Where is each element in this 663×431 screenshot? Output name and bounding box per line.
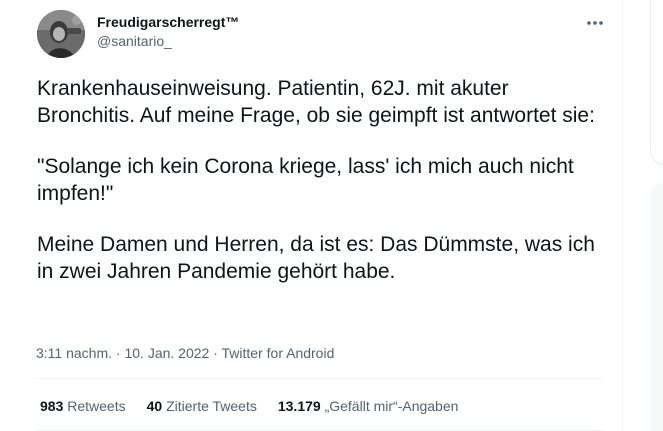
retweets-label: Retweets — [67, 398, 126, 414]
sidebar-card — [650, 0, 663, 165]
quote-tweets-stat[interactable]: 40 Zitierte Tweets — [147, 397, 257, 415]
meta-separator: · — [115, 345, 121, 361]
retweets-count: 983 — [40, 398, 64, 414]
meta-separator: · — [213, 345, 218, 361]
author-handle[interactable]: @sanitario_ — [97, 32, 239, 51]
likes-count: 13.179 — [277, 398, 321, 414]
avatar[interactable] — [37, 10, 85, 58]
author-display-name[interactable]: Freudigarscherregt™ — [97, 13, 239, 32]
tweet-header: Freudigarscherregt™ @sanitario_ — [34, 10, 614, 60]
tweet-text: Krankenhauseinweisung. Patientin, 62J. m… — [37, 75, 597, 309]
likes-stat[interactable]: 13.179 „Gefällt mir“-Angaben — [278, 397, 459, 415]
tweet-column: Freudigarscherregt™ @sanitario_ Krankenh… — [0, 0, 623, 431]
avatar-image — [37, 10, 85, 58]
tweet-stats: 983 Retweets 40 Zitierte Tweets 13.179 „… — [40, 397, 479, 415]
divider — [36, 378, 603, 379]
tweet-meta: 3:11 nachm. · 10. Jan. 2022 · Twitter fo… — [36, 344, 334, 362]
tweet-time[interactable]: 3:11 nachm. — [36, 345, 112, 361]
more-options-button[interactable] — [582, 12, 608, 34]
tweet-page: Freudigarscherregt™ @sanitario_ Krankenh… — [0, 0, 663, 431]
tweet-text-paragraph: Krankenhauseinweisung. Patientin, 62J. m… — [37, 77, 595, 127]
retweets-stat[interactable]: 983 Retweets — [40, 397, 126, 415]
tweet-date[interactable]: 10. Jan. 2022 — [124, 345, 209, 361]
quote-tweets-label: Zitierte Tweets — [166, 398, 257, 414]
more-horizontal-icon — [587, 21, 603, 25]
author-name-block[interactable]: Freudigarscherregt™ @sanitario_ — [97, 13, 239, 51]
quote-tweets-count: 40 — [146, 398, 163, 414]
tweet-text-paragraph: "Solange ich kein Corona kriege, lass' i… — [37, 155, 574, 205]
likes-label: „Gefällt mir“-Angaben — [324, 398, 459, 414]
tweet-text-paragraph: Meine Damen und Herren, da ist es: Das D… — [37, 233, 595, 283]
sidebar-card — [650, 183, 663, 431]
tweet-source[interactable]: Twitter for Android — [222, 345, 335, 361]
